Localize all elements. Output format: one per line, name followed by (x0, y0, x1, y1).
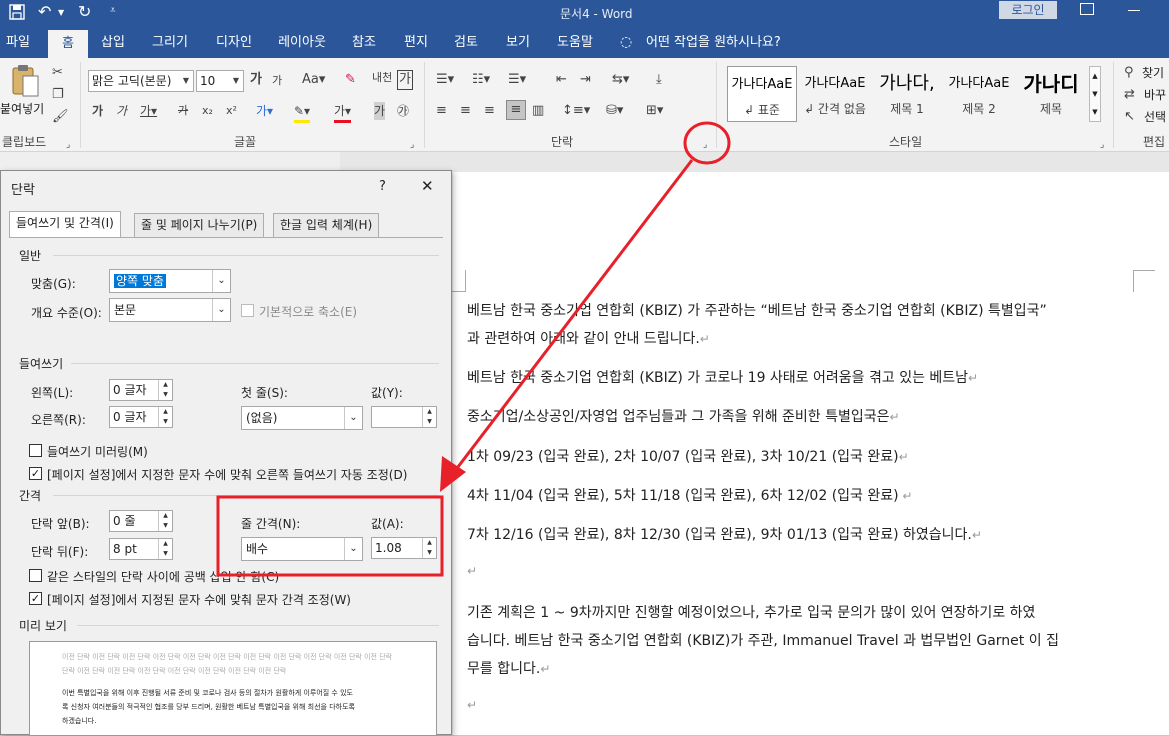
annotation-overlay (216, 121, 731, 577)
annotation-circle (683, 121, 731, 165)
annotation-arrow-line (446, 159, 694, 481)
annotation-highlight-box (216, 495, 444, 577)
